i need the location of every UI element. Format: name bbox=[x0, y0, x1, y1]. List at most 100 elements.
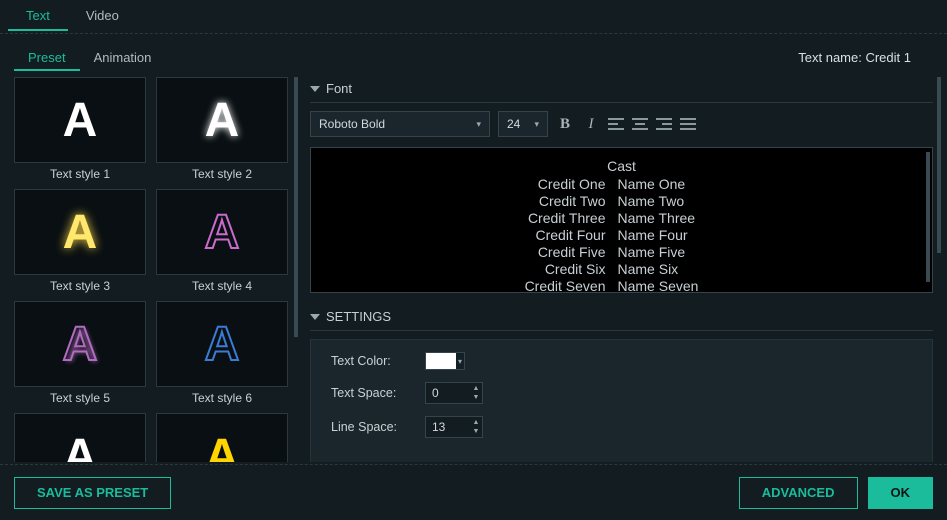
credit-left: Credit Five bbox=[516, 244, 606, 261]
subtab-preset[interactable]: Preset bbox=[14, 44, 80, 71]
chevron-down-icon: ▾ bbox=[476, 119, 481, 130]
footer: SAVE AS PRESET ADVANCED OK bbox=[0, 464, 947, 520]
credits-row: Credit Two Name Two bbox=[516, 193, 728, 210]
style-thumb-7[interactable]: A bbox=[14, 413, 146, 462]
credits-row: Credit Six Name Six bbox=[516, 261, 728, 278]
text-space-value: 0 bbox=[426, 386, 470, 400]
panel-scrollbar[interactable] bbox=[937, 77, 941, 253]
spin-up-icon[interactable]: ▲ bbox=[470, 384, 482, 393]
save-as-preset-button[interactable]: SAVE AS PRESET bbox=[14, 477, 171, 509]
style-card-3: A Text style 3 bbox=[14, 189, 146, 295]
style-grid: A Text style 1 A Text style 2 A Text sty… bbox=[14, 77, 290, 462]
credits-row: Credit Seven Name Seven bbox=[516, 278, 728, 293]
text-name-label: Text name: bbox=[798, 50, 865, 65]
chevron-down-icon bbox=[310, 86, 320, 92]
ok-button[interactable]: OK bbox=[868, 477, 934, 509]
credit-right: Name Five bbox=[618, 244, 728, 261]
tab-video[interactable]: Video bbox=[68, 0, 137, 31]
credits-heading: Cast bbox=[516, 158, 728, 174]
credit-left: Credit Seven bbox=[516, 278, 606, 293]
style-label: Text style 2 bbox=[156, 163, 288, 183]
style-label: Text style 6 bbox=[156, 387, 288, 407]
font-header-label: Font bbox=[326, 81, 352, 96]
style-thumb-5[interactable]: A bbox=[14, 301, 146, 387]
chevron-down-icon: ▾ bbox=[456, 353, 464, 369]
advanced-button[interactable]: ADVANCED bbox=[739, 477, 858, 509]
style-label: Text style 3 bbox=[14, 275, 146, 295]
top-tabs: Text Video bbox=[0, 0, 947, 31]
align-justify-button[interactable] bbox=[680, 117, 696, 131]
credit-left: Credit Three bbox=[516, 210, 606, 227]
credit-left: Credit Four bbox=[516, 227, 606, 244]
credits-table: Cast Credit One Name One Credit Two Name Two… bbox=[516, 158, 728, 293]
credit-right: Name Seven bbox=[618, 278, 728, 293]
font-family-select[interactable]: Roboto Bold ▾ bbox=[310, 111, 490, 137]
font-family-value: Roboto Bold bbox=[319, 117, 385, 131]
chevron-down-icon: ▾ bbox=[534, 119, 539, 130]
style-thumb-8[interactable]: A bbox=[156, 413, 288, 462]
text-space-input[interactable]: 0 ▲▼ bbox=[425, 382, 483, 404]
style-thumb-6[interactable]: A bbox=[156, 301, 288, 387]
text-name-value: Credit 1 bbox=[865, 50, 911, 65]
style-card-8: A bbox=[156, 413, 288, 462]
align-left-button[interactable] bbox=[608, 117, 624, 131]
bold-button[interactable]: B bbox=[556, 115, 574, 133]
credit-right: Name Six bbox=[618, 261, 728, 278]
properties-panel: Font Roboto Bold ▾ 24 ▾ B I Cast Credit O… bbox=[298, 77, 943, 462]
footer-right: ADVANCED OK bbox=[739, 477, 933, 509]
credit-right: Name Four bbox=[618, 227, 728, 244]
style-label: Text style 4 bbox=[156, 275, 288, 295]
tab-text[interactable]: Text bbox=[8, 0, 68, 31]
style-label: Text style 1 bbox=[14, 163, 146, 183]
style-thumb-2[interactable]: A bbox=[156, 77, 288, 163]
settings-header-label: SETTINGS bbox=[326, 309, 391, 324]
credit-right: Name Two bbox=[618, 193, 728, 210]
credits-row: Credit Four Name Four bbox=[516, 227, 728, 244]
italic-button[interactable]: I bbox=[582, 115, 600, 133]
align-center-button[interactable] bbox=[632, 117, 648, 131]
settings-section-header[interactable]: SETTINGS bbox=[310, 305, 933, 331]
font-section-header[interactable]: Font bbox=[310, 77, 933, 103]
settings-body: Text Color: ▾ Text Space: 0 ▲▼ Line Spac… bbox=[310, 339, 933, 462]
line-space-row: Line Space: 13 ▲▼ bbox=[331, 416, 912, 438]
line-space-input[interactable]: 13 ▲▼ bbox=[425, 416, 483, 438]
font-size-select[interactable]: 24 ▾ bbox=[498, 111, 548, 137]
credits-row: Credit Three Name Three bbox=[516, 210, 728, 227]
line-space-value: 13 bbox=[426, 420, 470, 434]
style-card-7: A bbox=[14, 413, 146, 462]
style-card-6: A Text style 6 bbox=[156, 301, 288, 407]
spin-down-icon[interactable]: ▼ bbox=[470, 393, 482, 402]
style-thumb-4[interactable]: A bbox=[156, 189, 288, 275]
credit-left: Credit Two bbox=[516, 193, 606, 210]
preview-scrollbar[interactable] bbox=[926, 152, 930, 282]
credit-right: Name One bbox=[618, 176, 728, 193]
text-color-label: Text Color: bbox=[331, 354, 411, 368]
style-card-2: A Text style 2 bbox=[156, 77, 288, 183]
spin-up-icon[interactable]: ▲ bbox=[470, 418, 482, 427]
text-color-picker[interactable]: ▾ bbox=[425, 352, 465, 370]
font-controls-row: Roboto Bold ▾ 24 ▾ B I bbox=[310, 111, 933, 137]
chevron-down-icon bbox=[310, 314, 320, 320]
style-label: Text style 5 bbox=[14, 387, 146, 407]
subtab-animation[interactable]: Animation bbox=[80, 44, 166, 71]
color-swatch-fill bbox=[426, 353, 456, 369]
preset-list: A Text style 1 A Text style 2 A Text sty… bbox=[14, 77, 298, 462]
text-color-row: Text Color: ▾ bbox=[331, 352, 912, 370]
font-size-value: 24 bbox=[507, 117, 520, 131]
style-thumb-1[interactable]: A bbox=[14, 77, 146, 163]
main-area: A Text style 1 A Text style 2 A Text sty… bbox=[0, 77, 947, 462]
text-preview[interactable]: Cast Credit One Name One Credit Two Name Two… bbox=[310, 147, 933, 293]
style-card-5: A Text style 5 bbox=[14, 301, 146, 407]
credit-left: Credit Six bbox=[516, 261, 606, 278]
line-space-label: Line Space: bbox=[331, 420, 411, 434]
align-right-button[interactable] bbox=[656, 117, 672, 131]
spin-down-icon[interactable]: ▼ bbox=[470, 427, 482, 436]
style-card-1: A Text style 1 bbox=[14, 77, 146, 183]
credit-left: Credit One bbox=[516, 176, 606, 193]
style-thumb-3[interactable]: A bbox=[14, 189, 146, 275]
text-name-display: Text name: Credit 1 bbox=[798, 50, 911, 65]
credits-row: Credit One Name One bbox=[516, 176, 728, 193]
credits-row: Credit Five Name Five bbox=[516, 244, 728, 261]
credit-right: Name Three bbox=[618, 210, 728, 227]
sub-header-row: Preset Animation Text name: Credit 1 bbox=[0, 34, 947, 77]
